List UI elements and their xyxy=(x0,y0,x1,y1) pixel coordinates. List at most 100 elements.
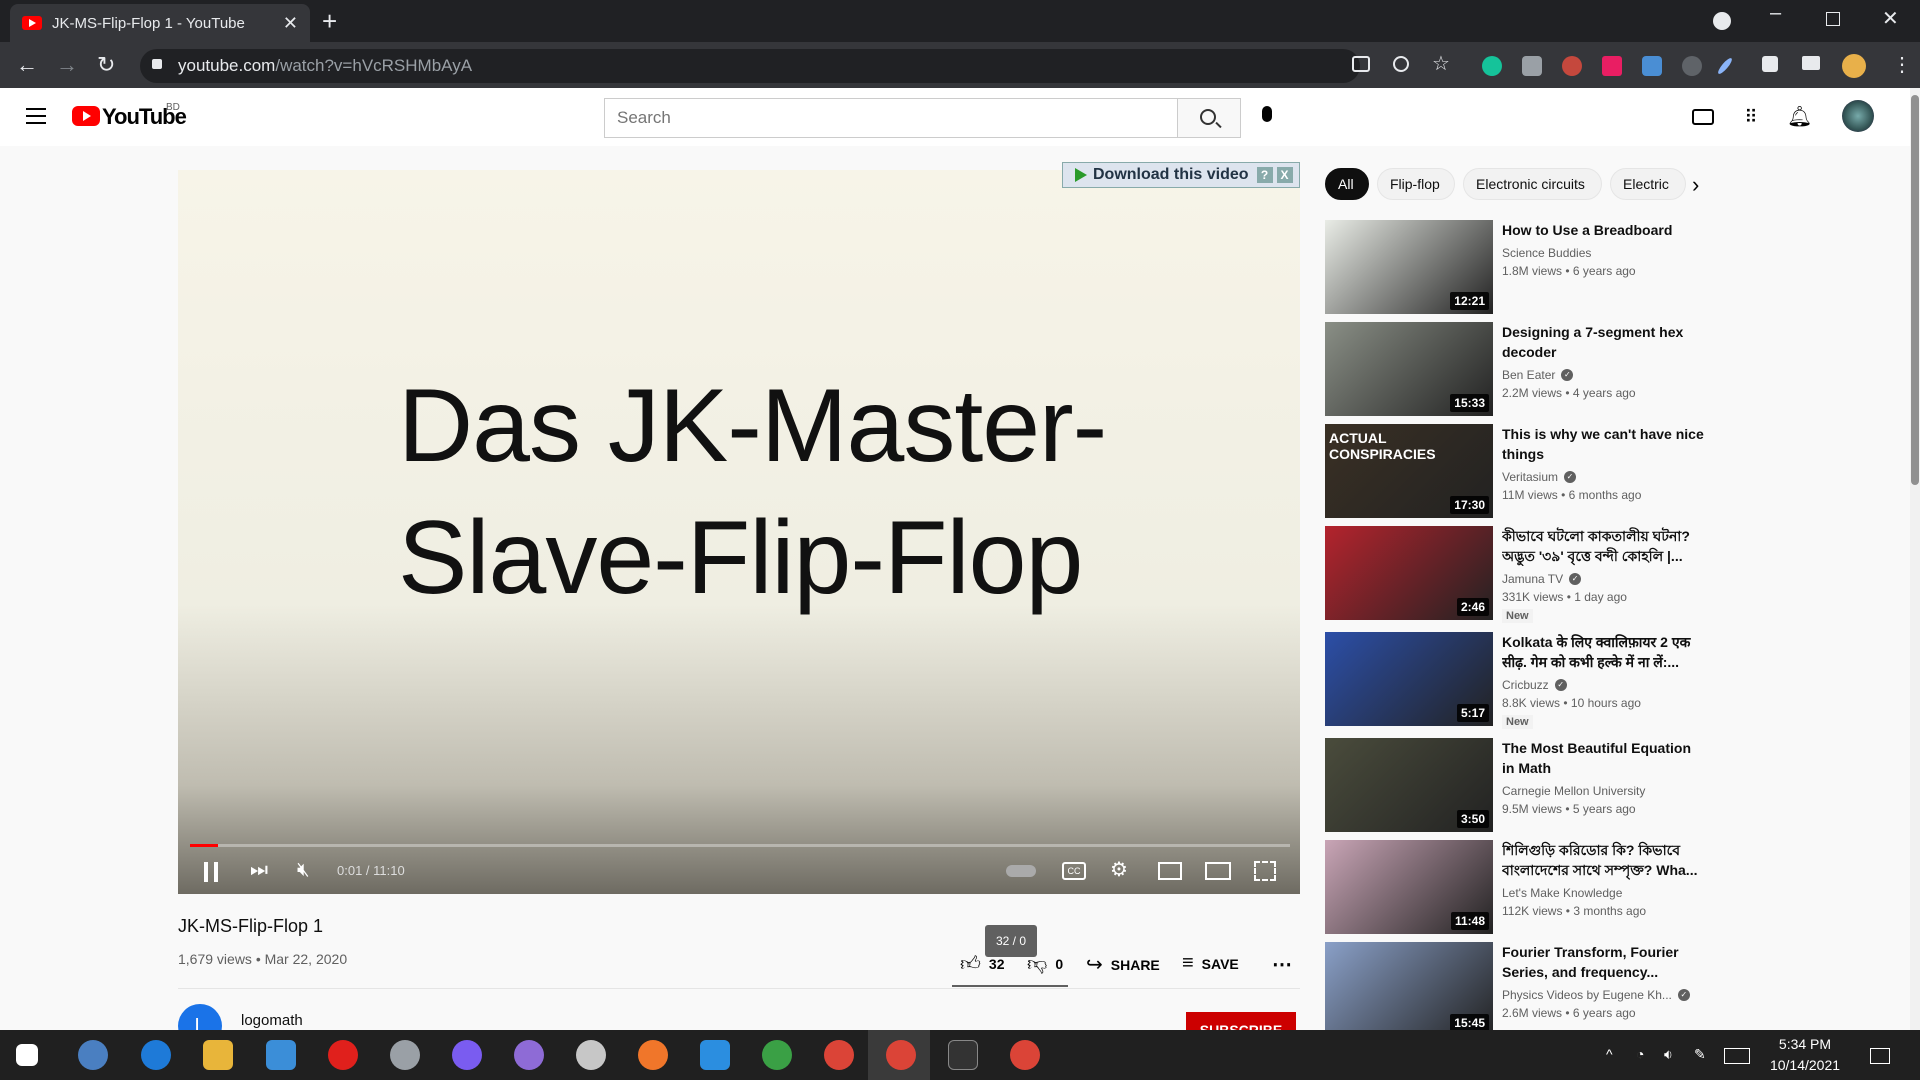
install-icon[interactable] xyxy=(1352,56,1370,72)
close-window-icon[interactable]: ✕ xyxy=(1882,6,1899,31)
rec-channel[interactable]: Let's Make Knowledge xyxy=(1502,886,1622,900)
chip-electronic-circuits[interactable]: Electronic circuits xyxy=(1463,168,1602,200)
vscode-icon[interactable] xyxy=(700,1040,730,1070)
back-icon[interactable]: ← xyxy=(16,52,38,78)
github-icon[interactable] xyxy=(514,1040,544,1070)
zoom-icon[interactable] xyxy=(1393,56,1409,72)
account-avatar[interactable] xyxy=(1842,100,1874,132)
rec-title[interactable]: Fourier Transform, Fourier Series, and f… xyxy=(1502,942,1707,982)
extension-play-icon[interactable] xyxy=(1602,56,1622,76)
rec-thumbnail[interactable]: ACTUAL CONSPIRACIES 17:30 xyxy=(1325,424,1493,518)
microphone-icon[interactable] xyxy=(1262,106,1272,122)
rec-title[interactable]: How to Use a Breadboard xyxy=(1502,220,1707,240)
rec-title[interactable]: The Most Beautiful Equation in Math xyxy=(1502,738,1707,778)
rec-item[interactable]: 5:17 Kolkata के लिए क्वालिफ़ायर 2 एक सीढ़… xyxy=(1325,632,1707,729)
rec-title[interactable]: শিলিগুড়ি করিডোর কি? কিভাবে বাংলাদেশের স… xyxy=(1502,840,1707,880)
dislike-button[interactable]: 👎︎ 0 xyxy=(1027,952,1063,976)
rec-channel[interactable]: Carnegie Mellon University xyxy=(1502,784,1645,798)
rec-thumbnail[interactable]: 2:46 xyxy=(1325,526,1493,620)
captions-icon[interactable]: CC xyxy=(1062,862,1086,880)
notifications-icon[interactable] xyxy=(1870,1048,1890,1064)
progress-bar[interactable] xyxy=(190,844,1290,847)
pen-icon[interactable]: ✎ xyxy=(1694,1046,1706,1063)
profile-menu-icon[interactable] xyxy=(1713,12,1731,30)
download-extension-icon[interactable] xyxy=(1642,56,1662,76)
taskbar-app-icon[interactable] xyxy=(576,1040,606,1070)
rec-item[interactable]: 11:48 শিলিগুড়ি করিডোর কি? কিভাবে বাংলাদে… xyxy=(1325,840,1705,935)
rec-channel-name[interactable]: Ben Eater xyxy=(1502,368,1555,382)
terminal-icon[interactable] xyxy=(948,1040,978,1070)
save-button[interactable]: ≡ SAVE xyxy=(1182,952,1239,975)
mail-icon[interactable] xyxy=(266,1040,296,1070)
extensions-puzzle-icon[interactable] xyxy=(1762,56,1778,72)
chevron-right-icon[interactable]: › xyxy=(1692,172,1699,198)
chrome-icon[interactable] xyxy=(824,1040,854,1070)
browser-tab[interactable]: JK-MS-Flip-Flop 1 - YouTube ✕ xyxy=(10,4,310,42)
search-button[interactable] xyxy=(1177,98,1241,138)
reload-icon[interactable]: ↻ xyxy=(97,52,115,78)
rec-channel-name[interactable]: Physics Videos by Eugene Kh... xyxy=(1502,988,1672,1002)
bookmark-star-icon[interactable]: ☆ xyxy=(1432,51,1450,76)
rec-channel[interactable]: Physics Videos by Eugene Kh... ✓ xyxy=(1502,988,1690,1002)
rec-channel[interactable]: Science Buddies xyxy=(1502,246,1591,260)
fullscreen-icon[interactable] xyxy=(1254,861,1276,881)
chrome-icon[interactable] xyxy=(886,1040,916,1070)
rec-thumbnail[interactable]: 5:17 xyxy=(1325,632,1493,726)
windows-start-icon[interactable] xyxy=(16,1044,38,1066)
next-video-icon[interactable]: ⏭︎ xyxy=(250,859,268,882)
youtube-logo-icon[interactable] xyxy=(72,106,100,126)
system-clock[interactable]: 5:34 PM 10/14/2021 xyxy=(1760,1034,1850,1076)
volume-icon[interactable]: 🔉︎ xyxy=(1664,1046,1673,1063)
search-input[interactable] xyxy=(604,98,1178,138)
rec-channel-name[interactable]: Jamuna TV xyxy=(1502,572,1563,586)
rec-item[interactable]: 15:45 Fourier Transform, Fourier Series, … xyxy=(1325,942,1705,1037)
channel-name[interactable]: logomath xyxy=(241,1012,303,1029)
close-tab-icon[interactable]: ✕ xyxy=(283,13,298,34)
minimize-icon[interactable]: – xyxy=(1770,2,1781,25)
chrome-icon[interactable] xyxy=(1010,1040,1040,1070)
keyboard-icon[interactable] xyxy=(1724,1048,1750,1064)
rec-channel[interactable]: Veritasium ✓ xyxy=(1502,470,1577,484)
like-button[interactable]: 👍︎ 32 xyxy=(960,952,1004,976)
opera-icon[interactable] xyxy=(328,1040,358,1070)
browser-menu-icon[interactable]: ⋮ xyxy=(1892,52,1912,77)
download-video-label[interactable]: Download this video xyxy=(1093,166,1249,184)
rec-thumbnail[interactable]: 3:50 xyxy=(1325,738,1493,832)
pause-icon[interactable] xyxy=(204,862,218,882)
close-download-bar-button[interactable]: X xyxy=(1276,167,1293,183)
mute-icon[interactable]: 🔇︎ xyxy=(297,859,310,882)
miniplayer-icon[interactable] xyxy=(1158,862,1182,880)
chip-electric[interactable]: Electric xyxy=(1610,168,1686,200)
rec-channel[interactable]: Cricbuzz ✓ xyxy=(1502,678,1567,692)
rec-item[interactable]: ACTUAL CONSPIRACIES 17:30 This is why we c… xyxy=(1325,424,1705,519)
satellite-app-icon[interactable] xyxy=(390,1040,420,1070)
rec-thumbnail[interactable]: 15:33 xyxy=(1325,322,1493,416)
theater-mode-icon[interactable] xyxy=(1205,862,1231,880)
rec-channel[interactable]: Ben Eater ✓ xyxy=(1502,368,1574,382)
rec-channel-name[interactable]: Cricbuzz xyxy=(1502,678,1549,692)
rec-thumbnail[interactable]: 15:45 xyxy=(1325,942,1493,1036)
notifications-bell-icon[interactable]: 🔔︎ xyxy=(1787,106,1812,128)
rec-item[interactable]: 15:33 Designing a 7-segment hex decoder Be… xyxy=(1325,322,1705,417)
page-scrollbar-thumb[interactable] xyxy=(1911,95,1919,485)
messenger-icon[interactable] xyxy=(452,1040,482,1070)
new-tab-button[interactable]: + xyxy=(322,6,337,36)
edge-icon[interactable] xyxy=(141,1040,171,1070)
firefox-icon[interactable] xyxy=(638,1040,668,1070)
rec-title[interactable]: Kolkata के लिए क्वालिफ़ायर 2 एक सीढ़. गे… xyxy=(1502,632,1707,672)
wifi-icon[interactable]: ◔ xyxy=(1636,1046,1644,1062)
profile-avatar[interactable] xyxy=(1842,54,1866,78)
create-video-icon[interactable] xyxy=(1692,109,1714,125)
taskbar-app-icon[interactable] xyxy=(78,1040,108,1070)
file-explorer-icon[interactable] xyxy=(203,1040,233,1070)
rec-thumbnail[interactable]: 11:48 xyxy=(1325,840,1493,934)
restore-icon[interactable] xyxy=(1826,12,1840,26)
help-button[interactable]: ? xyxy=(1256,167,1273,183)
extension-icon[interactable] xyxy=(1682,56,1702,76)
share-button[interactable]: ↪︎ SHARE xyxy=(1086,952,1160,977)
rec-title[interactable]: কীভাবে ঘটলো কাকতালীয় ঘটনা? অদ্ভুত '৩৯' … xyxy=(1502,526,1707,566)
settings-gear-icon[interactable]: ⚙︎ xyxy=(1110,857,1128,882)
autoplay-toggle[interactable] xyxy=(1006,865,1036,877)
menu-icon[interactable] xyxy=(26,108,46,124)
lock-icon[interactable] xyxy=(152,59,162,69)
